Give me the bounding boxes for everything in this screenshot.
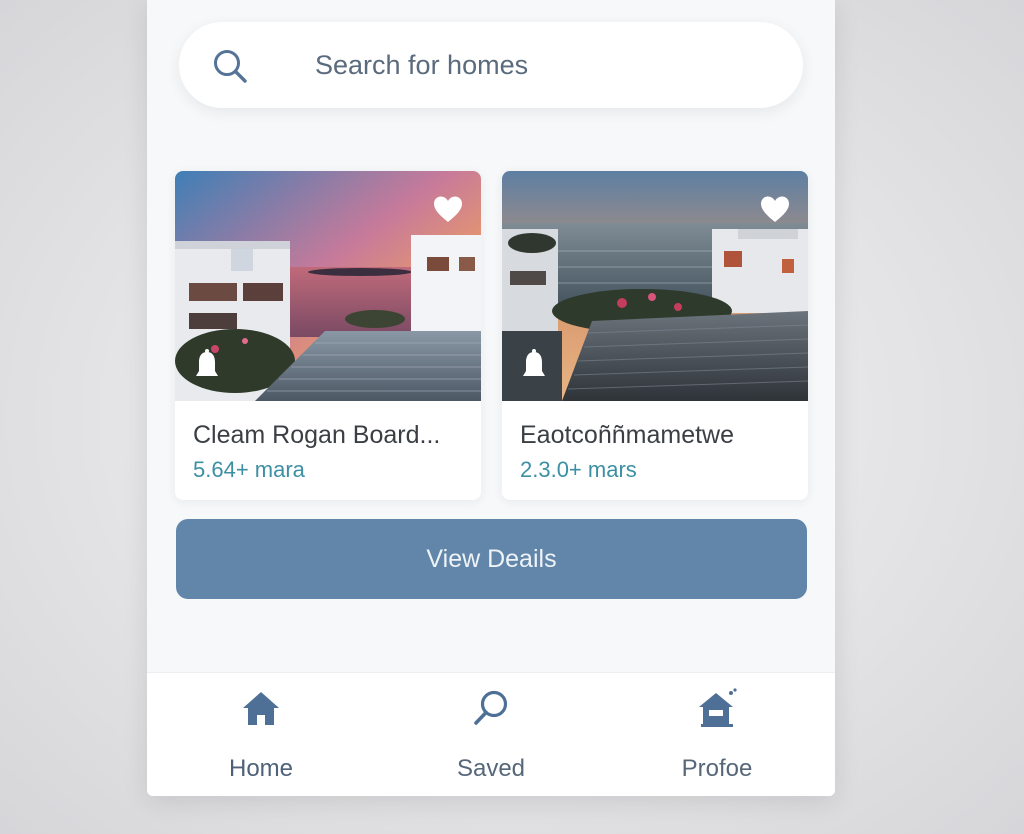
listing-card[interactable]: Cleam Rogan Board... 5.64+ mara — [175, 171, 481, 500]
listing-subtitle: 5.64+ mara — [193, 457, 305, 482]
bell-icon — [522, 349, 546, 381]
heart-icon[interactable] — [433, 195, 463, 223]
bottom-nav: Home Saved Profoe — [147, 672, 835, 796]
listing-title: Cleam Rogan Board... — [193, 421, 441, 449]
nav-label-saved: Saved — [456, 755, 526, 782]
bell-icon — [195, 349, 219, 381]
search-bar[interactable] — [179, 22, 803, 108]
nav-item-saved[interactable]: Saved — [401, 673, 581, 796]
listing-photo — [175, 171, 481, 401]
listing-card[interactable]: Eaotcoññmametwe 2.3.0+ mars — [502, 171, 808, 500]
nav-label-profile: Profoe — [681, 755, 753, 782]
app-screen: Cleam Rogan Board... 5.64+ mara — [147, 0, 835, 796]
home-icon — [239, 687, 283, 731]
house-profile-icon — [695, 687, 739, 731]
nav-item-profile[interactable]: Profoe — [627, 673, 807, 796]
listing-subtitle: 2.3.0+ mars — [520, 457, 637, 482]
search-icon[interactable] — [211, 47, 249, 85]
search-input[interactable] — [315, 44, 755, 86]
view-details-button[interactable]: View Deails — [176, 519, 807, 599]
search-icon — [469, 687, 513, 731]
listing-title: Eaotcoññmametwe — [520, 421, 735, 449]
nav-label-home: Home — [228, 755, 294, 782]
heart-icon[interactable] — [760, 195, 790, 223]
nav-item-home[interactable]: Home — [171, 673, 351, 796]
listing-photo — [502, 171, 808, 401]
